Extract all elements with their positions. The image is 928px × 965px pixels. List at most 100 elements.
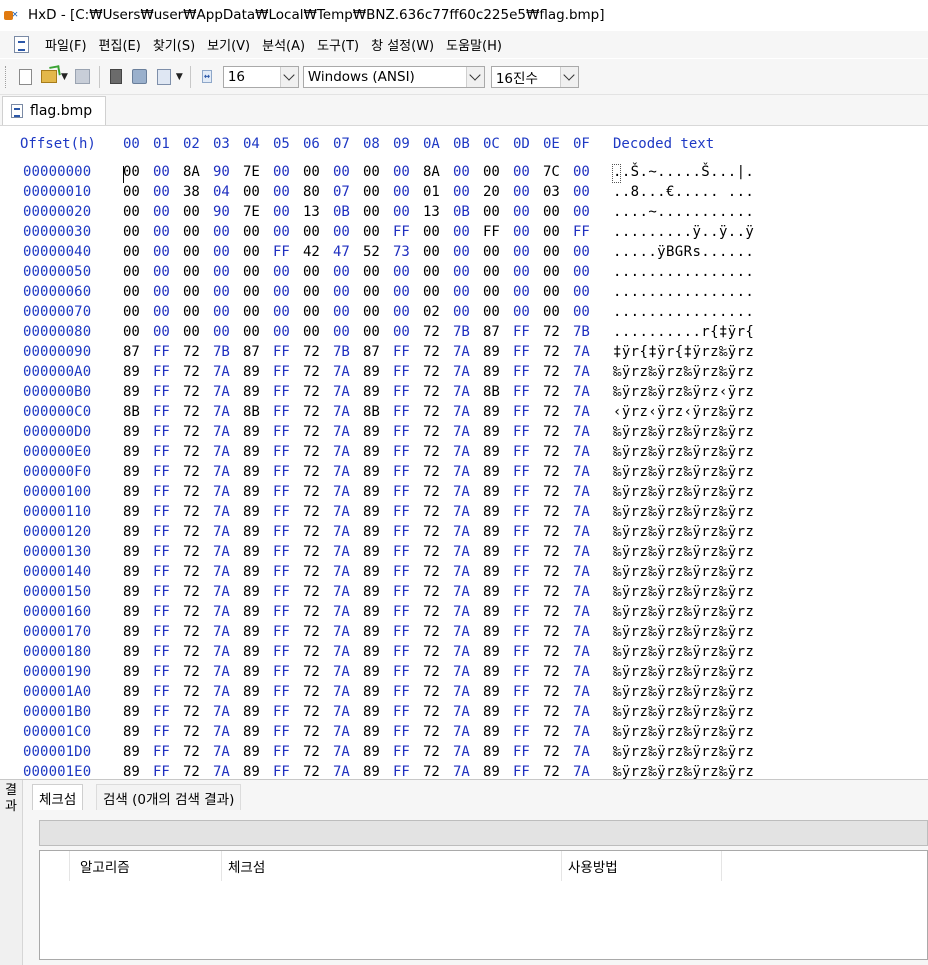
hex-byte[interactable]: FF [153,384,177,400]
hex-row[interactable]: 00000170 89 FF 72 7A 89 FF 72 7A 89 FF 72 7A 89 FF 72 7A… [0,624,928,644]
hex-byte[interactable]: 7A [213,564,237,580]
hex-byte[interactable]: 00 [513,204,537,220]
hex-byte[interactable]: 7A [213,504,237,520]
decoded-text[interactable]: ‰ÿrz‰ÿrz‰ÿrz‰ÿrz [613,604,754,620]
hex-byte[interactable]: 89 [363,444,387,460]
hex-byte[interactable]: 7A [453,704,477,720]
hex-byte[interactable]: FF [513,544,537,560]
save-button[interactable] [72,66,94,88]
hex-byte[interactable]: FF [153,704,177,720]
hex-byte[interactable]: 00 [243,224,267,240]
hex-byte[interactable]: 89 [363,584,387,600]
hex-byte[interactable]: 72 [543,344,567,360]
hex-byte[interactable]: 72 [183,584,207,600]
hex-byte[interactable]: 72 [183,464,207,480]
hex-byte[interactable]: 72 [543,644,567,660]
hex-byte[interactable]: 7A [573,664,597,680]
hex-byte[interactable]: 89 [483,444,507,460]
hex-byte[interactable]: 7A [453,584,477,600]
hex-byte[interactable]: 00 [393,284,417,300]
hex-byte[interactable]: 7A [453,724,477,740]
hex-byte[interactable]: 00 [153,204,177,220]
hex-byte[interactable]: 72 [303,344,327,360]
hex-byte[interactable]: 72 [303,384,327,400]
hex-byte[interactable]: 89 [243,484,267,500]
hex-byte[interactable]: 00 [243,184,267,200]
hex-byte[interactable]: 00 [273,304,297,320]
hex-byte[interactable]: 00 [573,244,597,260]
decoded-text[interactable]: ................ [613,284,754,300]
hex-byte[interactable]: 00 [273,324,297,340]
hex-byte[interactable]: 7A [573,704,597,720]
hex-byte[interactable]: 7A [213,364,237,380]
hex-byte[interactable]: 89 [363,604,387,620]
hex-byte[interactable]: 72 [183,424,207,440]
hex-byte[interactable]: 00 [153,324,177,340]
open-file-button[interactable] [38,66,60,88]
hex-byte[interactable]: 72 [423,624,447,640]
hex-byte[interactable]: 7A [333,704,357,720]
hex-byte[interactable]: 7A [333,404,357,420]
decoded-text[interactable]: ‰ÿrz‰ÿrz‰ÿrz‰ÿrz [613,424,754,440]
hex-byte[interactable]: 89 [483,504,507,520]
decoded-text[interactable]: .....ÿBGRs...... [613,244,754,260]
decoded-text[interactable]: ‰ÿrz‰ÿrz‰ÿrz‰ÿrz [613,644,754,660]
charset-select[interactable]: Windows (ANSI) [302,65,485,88]
hex-byte[interactable]: 8B [123,404,147,420]
hex-byte[interactable]: FF [153,744,177,760]
hex-byte[interactable]: FF [153,404,177,420]
hex-byte[interactable]: 89 [243,564,267,580]
hex-byte[interactable]: 00 [243,284,267,300]
hex-row[interactable]: 00000150 89 FF 72 7A 89 FF 72 7A 89 FF 72 7A 89 FF 72 7A… [0,584,928,604]
hex-byte[interactable]: 7A [213,744,237,760]
hex-byte[interactable]: 89 [123,484,147,500]
hex-byte[interactable]: 7A [573,724,597,740]
hex-byte[interactable]: 00 [123,184,147,200]
hex-byte[interactable]: 00 [303,164,327,180]
hex-byte[interactable]: 7A [453,764,477,779]
hex-byte[interactable]: 00 [453,304,477,320]
hex-byte[interactable]: 72 [183,364,207,380]
hex-byte[interactable]: 72 [183,384,207,400]
decoded-text[interactable]: ‰ÿrz‰ÿrz‰ÿrz‰ÿrz [613,664,754,680]
hex-byte[interactable]: 00 [153,224,177,240]
menu-help[interactable]: 도움말(H) [440,35,508,54]
hex-byte[interactable]: 00 [363,304,387,320]
hex-byte[interactable]: FF [273,364,297,380]
hex-byte[interactable]: 7A [573,764,597,779]
hex-byte[interactable]: 89 [483,624,507,640]
hex-byte[interactable]: 7A [213,524,237,540]
hex-byte[interactable]: 00 [513,224,537,240]
hex-byte[interactable]: FF [513,624,537,640]
hex-byte[interactable]: 7A [213,684,237,700]
hex-byte[interactable]: FF [273,664,297,680]
hex-byte[interactable]: 72 [303,584,327,600]
hex-byte[interactable]: 8B [483,384,507,400]
tab-search-results[interactable]: 검색 (0개의 검색 결과) [96,784,242,810]
decoded-text[interactable]: ‰ÿrz‰ÿrz‰ÿrz‰ÿrz [613,584,754,600]
hex-byte[interactable]: 7A [453,524,477,540]
hex-byte[interactable]: 72 [543,444,567,460]
hex-byte[interactable]: 89 [123,744,147,760]
hex-byte[interactable]: 13 [423,204,447,220]
hex-byte[interactable]: 89 [363,384,387,400]
hex-byte[interactable]: FF [513,364,537,380]
hex-byte[interactable]: 87 [123,344,147,360]
hex-byte[interactable]: 7A [453,504,477,520]
hex-byte[interactable]: 7A [453,564,477,580]
hex-byte[interactable]: 7E [243,164,267,180]
hex-byte[interactable]: 89 [243,684,267,700]
hex-byte[interactable]: FF [393,644,417,660]
hex-byte[interactable]: 89 [123,424,147,440]
results-side-tab[interactable]: 결과 [0,780,23,965]
hex-byte[interactable]: 00 [273,284,297,300]
hex-byte[interactable]: 72 [423,764,447,779]
hex-byte[interactable]: FF [393,524,417,540]
hex-byte[interactable]: 89 [243,444,267,460]
hex-byte[interactable]: 7A [573,624,597,640]
hex-byte[interactable]: 00 [273,164,297,180]
decoded-text[interactable]: ................ [613,264,754,280]
hex-byte[interactable]: FF [273,544,297,560]
hex-byte[interactable]: 72 [543,404,567,420]
hex-byte[interactable]: FF [393,364,417,380]
